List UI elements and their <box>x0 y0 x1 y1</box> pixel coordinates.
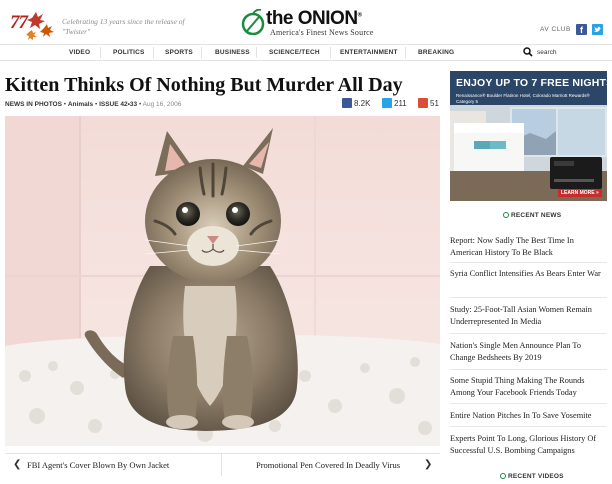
celebrating-text: Celebrating 13 years since the release o… <box>62 17 192 37</box>
main-nav: VIDEO POLITICS SPORTS BUSINESS SCIENCE/T… <box>0 44 612 61</box>
nav-politics[interactable]: POLITICS <box>113 49 145 56</box>
googleplus-share-count: 51 <box>430 99 439 108</box>
recent-news-item[interactable]: Some Stupid Thing Making The Rounds Amon… <box>450 375 607 398</box>
news-divider <box>450 297 607 298</box>
recent-news-item[interactable]: Report: Now Sadly The Best Time In Ameri… <box>450 235 607 258</box>
article-headline: Kitten Thinks Of Nothing But Murder All … <box>5 74 403 96</box>
recent-news-title: RECENT NEWS <box>511 212 562 219</box>
ad-subtext: Renaissance® Boulder Flatiron Hotel, Col… <box>456 93 590 104</box>
chevron-left-icon[interactable]: ❮ <box>13 459 21 470</box>
meta-separator: • <box>138 101 142 108</box>
facebook-icon[interactable]: f <box>576 24 587 35</box>
nav-entertainment[interactable]: ENTERTAINMENT <box>340 49 398 56</box>
facebook-share-button[interactable]: 8.2K <box>342 98 370 110</box>
twitter-share-button[interactable]: 211 <box>382 98 407 110</box>
nav-sports[interactable]: SPORTS <box>165 49 193 56</box>
nav-divider <box>201 47 202 58</box>
article-meta: NEWS IN PHOTOS • Animals • ISSUE 42•33 •… <box>5 101 181 108</box>
site-tagline: America's Finest News Source <box>270 28 374 37</box>
news-divider <box>450 426 607 427</box>
autumn-leaves-icon <box>26 12 54 40</box>
googleplus-share-icon <box>418 98 428 108</box>
recent-videos-title: RECENT VIDEOS <box>508 473 564 480</box>
nav-business[interactable]: BUSINESS <box>215 49 250 56</box>
pager-divider <box>221 454 222 476</box>
celebrating-line-2: "Twister" <box>62 27 91 36</box>
onion-logo-icon[interactable] <box>241 9 265 35</box>
article-issue: ISSUE 42•33 <box>99 101 138 108</box>
nav-science-tech[interactable]: SCIENCE/TECH <box>269 49 320 56</box>
news-divider <box>450 369 607 370</box>
onion-dot-icon <box>500 473 506 479</box>
ad-headline: ENJOY UP TO 7 FREE NIGHTS. <box>456 77 607 89</box>
article-category-link[interactable]: Animals <box>68 101 93 108</box>
nav-divider <box>330 47 331 58</box>
twitter-share-icon <box>382 98 392 108</box>
ad-learn-more-button[interactable]: LEARN MORE » <box>558 189 602 197</box>
meta-separator: • <box>94 101 98 108</box>
recent-videos-heading: RECENT VIDEOS <box>500 473 564 480</box>
article-section-link[interactable]: NEWS IN PHOTOS <box>5 101 62 108</box>
previous-article-link[interactable]: FBI Agent's Cover Blown By Own Jacket <box>27 460 169 470</box>
nav-breaking[interactable]: BREAKING <box>418 49 454 56</box>
nav-divider <box>100 47 101 58</box>
recent-news-heading: RECENT NEWS <box>503 212 561 219</box>
news-divider <box>450 333 607 334</box>
googleplus-share-button[interactable]: 51 <box>418 98 439 110</box>
recent-news-item[interactable]: Entire Nation Pitches In To Save Yosemit… <box>450 410 607 422</box>
onion-dot-icon <box>503 212 509 218</box>
twitter-share-count: 211 <box>394 99 407 108</box>
meta-separator: • <box>63 101 67 108</box>
registered-mark: ® <box>357 12 362 19</box>
search-icon[interactable] <box>523 47 533 57</box>
site-name[interactable]: the ONION® <box>266 8 362 30</box>
facebook-share-icon <box>342 98 352 108</box>
twitter-icon[interactable] <box>592 24 603 35</box>
chevron-right-icon[interactable]: ❯ <box>424 459 432 470</box>
nav-divider <box>256 47 257 58</box>
next-article-link[interactable]: Promotional Pen Covered In Deadly Virus <box>256 460 400 470</box>
kitten-photo <box>5 116 440 446</box>
news-divider <box>450 403 607 404</box>
recent-news-item[interactable]: Experts Point To Long, Glorious History … <box>450 433 607 456</box>
hotel-advertisement[interactable]: ENJOY UP TO 7 FREE NIGHTS. Renaissance® … <box>450 71 607 201</box>
celebrating-line-1: Celebrating 13 years since the release o… <box>62 17 185 26</box>
site-header: 77 Celebrating 13 years since the releas… <box>0 0 612 44</box>
ad-room-image <box>450 71 607 201</box>
nav-divider <box>153 47 154 58</box>
news-divider <box>450 262 607 263</box>
recent-news-item[interactable]: Nation's Single Men Announce Plan To Cha… <box>450 340 607 363</box>
avclub-link[interactable]: AV CLUB <box>540 26 571 33</box>
recent-news-item[interactable]: Study: 25-Foot-Tall Asian Women Remain U… <box>450 304 607 327</box>
search-input[interactable]: search <box>537 49 557 56</box>
nav-divider <box>405 47 406 58</box>
recent-news-item[interactable]: Syria Conflict Intensifies As Bears Ente… <box>450 268 607 280</box>
site-name-text: the ONION <box>266 8 358 29</box>
nav-video[interactable]: VIDEO <box>69 49 90 56</box>
article-pager: ❮ FBI Agent's Cover Blown By Own Jacket … <box>5 453 440 476</box>
anniversary-logo[interactable]: 77 <box>10 12 28 34</box>
article-date: Aug 16, 2006 <box>142 101 182 108</box>
facebook-share-count: 8.2K <box>354 99 371 108</box>
